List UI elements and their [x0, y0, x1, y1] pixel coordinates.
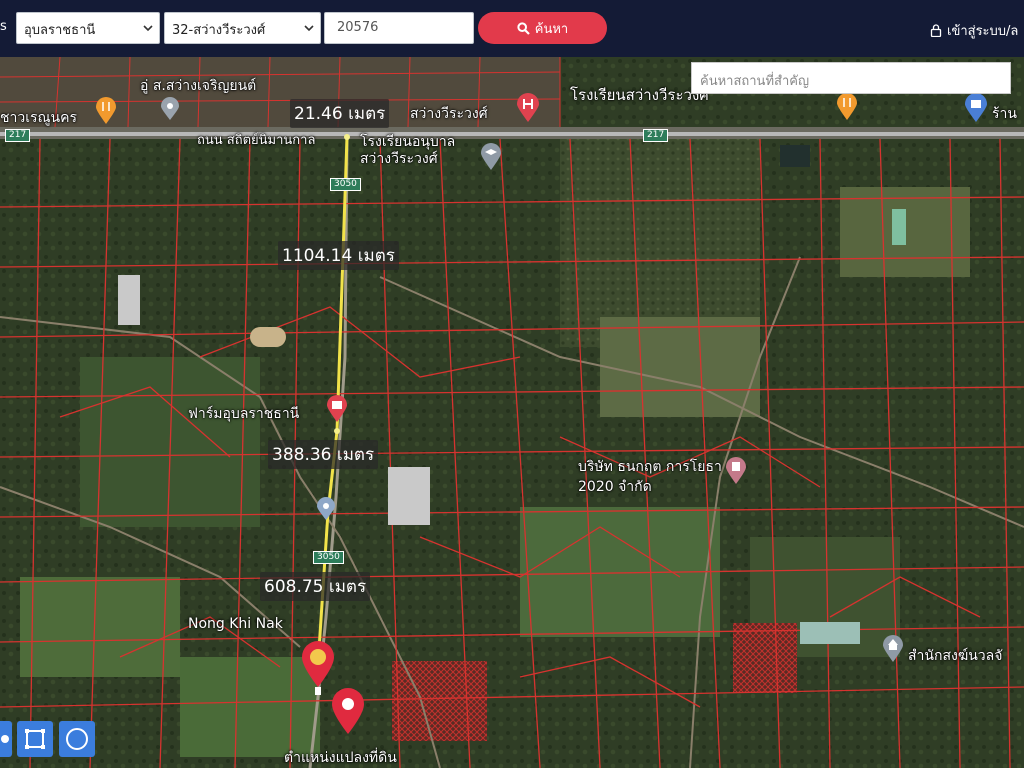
poi-left-label: ชาวเรณูนคร: [0, 110, 77, 126]
measurement-overlay: [302, 134, 364, 734]
route-shield: 3050: [330, 178, 361, 191]
measurement-label: 608.75 เมตร: [260, 572, 371, 601]
login-label: เข้าสู่ระบบ/ล: [947, 24, 1019, 39]
satellite-map[interactable]: 217 217 3050 3050 ค้นหาสถานที่สำคัญ อู่ …: [0, 57, 1024, 768]
province-select[interactable]: อุบลราชธานี: [16, 12, 160, 44]
poi-monastery-label: สำนักสงฆ์นวลจั: [908, 648, 1003, 664]
company-pin-icon[interactable]: [725, 457, 747, 485]
parcel-location-pin: [332, 688, 364, 734]
search-icon: [517, 21, 530, 35]
place-search-placeholder: ค้นหาสถานที่สำคัญ: [700, 74, 810, 89]
poi-garage-label: อู่ ส.สว่างเจริญยนต์: [140, 78, 257, 94]
shop-pin-icon[interactable]: [964, 93, 988, 123]
circle-draw-button[interactable]: [59, 721, 95, 757]
cut-off-label: s: [0, 19, 7, 34]
measure-vertex: [344, 134, 350, 140]
lock-icon: [930, 24, 942, 37]
poi-kindergarten-label: โรงเรียนอนุบาลสว่างวีระวงศ์: [360, 134, 456, 167]
rectangle-draw-icon: [25, 729, 45, 749]
temple-pin-icon[interactable]: [882, 635, 904, 663]
place-pin-icon[interactable]: [160, 97, 180, 121]
place-search-input[interactable]: ค้นหาสถานที่สำคัญ: [691, 62, 1011, 94]
route-end-pin: [302, 641, 334, 695]
route-shield: 3050: [313, 551, 344, 564]
measurement-label: 21.46 เมตร: [290, 99, 390, 128]
rectangle-draw-button[interactable]: [17, 721, 53, 757]
search-button[interactable]: ค้นหา: [478, 12, 607, 44]
road-label: ถนน สถิตย์นิมานกาล: [197, 133, 316, 148]
place-pin-icon[interactable]: [316, 497, 336, 521]
hospital-pin-icon[interactable]: [516, 93, 540, 123]
route-shield: 217: [643, 129, 669, 142]
poi-shop-label: ร้าน: [992, 106, 1017, 122]
measurement-label: 1104.14 เมตร: [278, 241, 399, 270]
pan-tool-button[interactable]: [0, 721, 12, 757]
province-select-value: อุบลราชธานี: [24, 23, 96, 38]
search-button-label: ค้นหา: [534, 21, 569, 37]
poi-farm-label: ฟาร์มอุบลราชธานี: [188, 406, 300, 422]
restaurant-pin-icon[interactable]: [836, 93, 858, 121]
district-select-value: 32-สว่างวีระวงศ์: [172, 23, 266, 38]
parcel-location-label: ตำแหน่งแปลงที่ดิน: [284, 750, 397, 766]
measure-vertex: [334, 428, 340, 434]
district-select[interactable]: 32-สว่างวีระวงศ์: [164, 12, 321, 44]
poi-company-label: บริษัท ธนกฤต การโยธา 2020 จำกัด: [578, 459, 722, 495]
village-label: Nong Khi Nak: [188, 616, 283, 632]
hand-icon: [1, 735, 9, 743]
parcel-number-value: 20576: [337, 20, 379, 35]
top-bar: s อุบลราชธานี 32-สว่างวีระวงศ์ 20576 ค้น…: [0, 0, 1024, 57]
measurement-label: 388.36 เมตร: [268, 440, 379, 469]
school-pin-icon[interactable]: [480, 143, 502, 171]
chevron-down-icon: [304, 25, 314, 32]
poi-school-label: โรงเรียนสว่างวีระวงศ์: [570, 86, 709, 104]
route-shield: 217: [5, 129, 31, 142]
farm-pin-icon[interactable]: [326, 395, 348, 423]
circle-draw-icon: [66, 728, 88, 750]
parcel-number-input[interactable]: 20576: [324, 12, 474, 44]
login-link[interactable]: เข้าสู่ระบบ/ล: [930, 20, 1018, 41]
restaurant-pin-icon[interactable]: [95, 97, 117, 125]
chevron-down-icon: [143, 25, 153, 32]
poi-hospital-label: สว่างวีระวงศ์: [410, 106, 488, 122]
